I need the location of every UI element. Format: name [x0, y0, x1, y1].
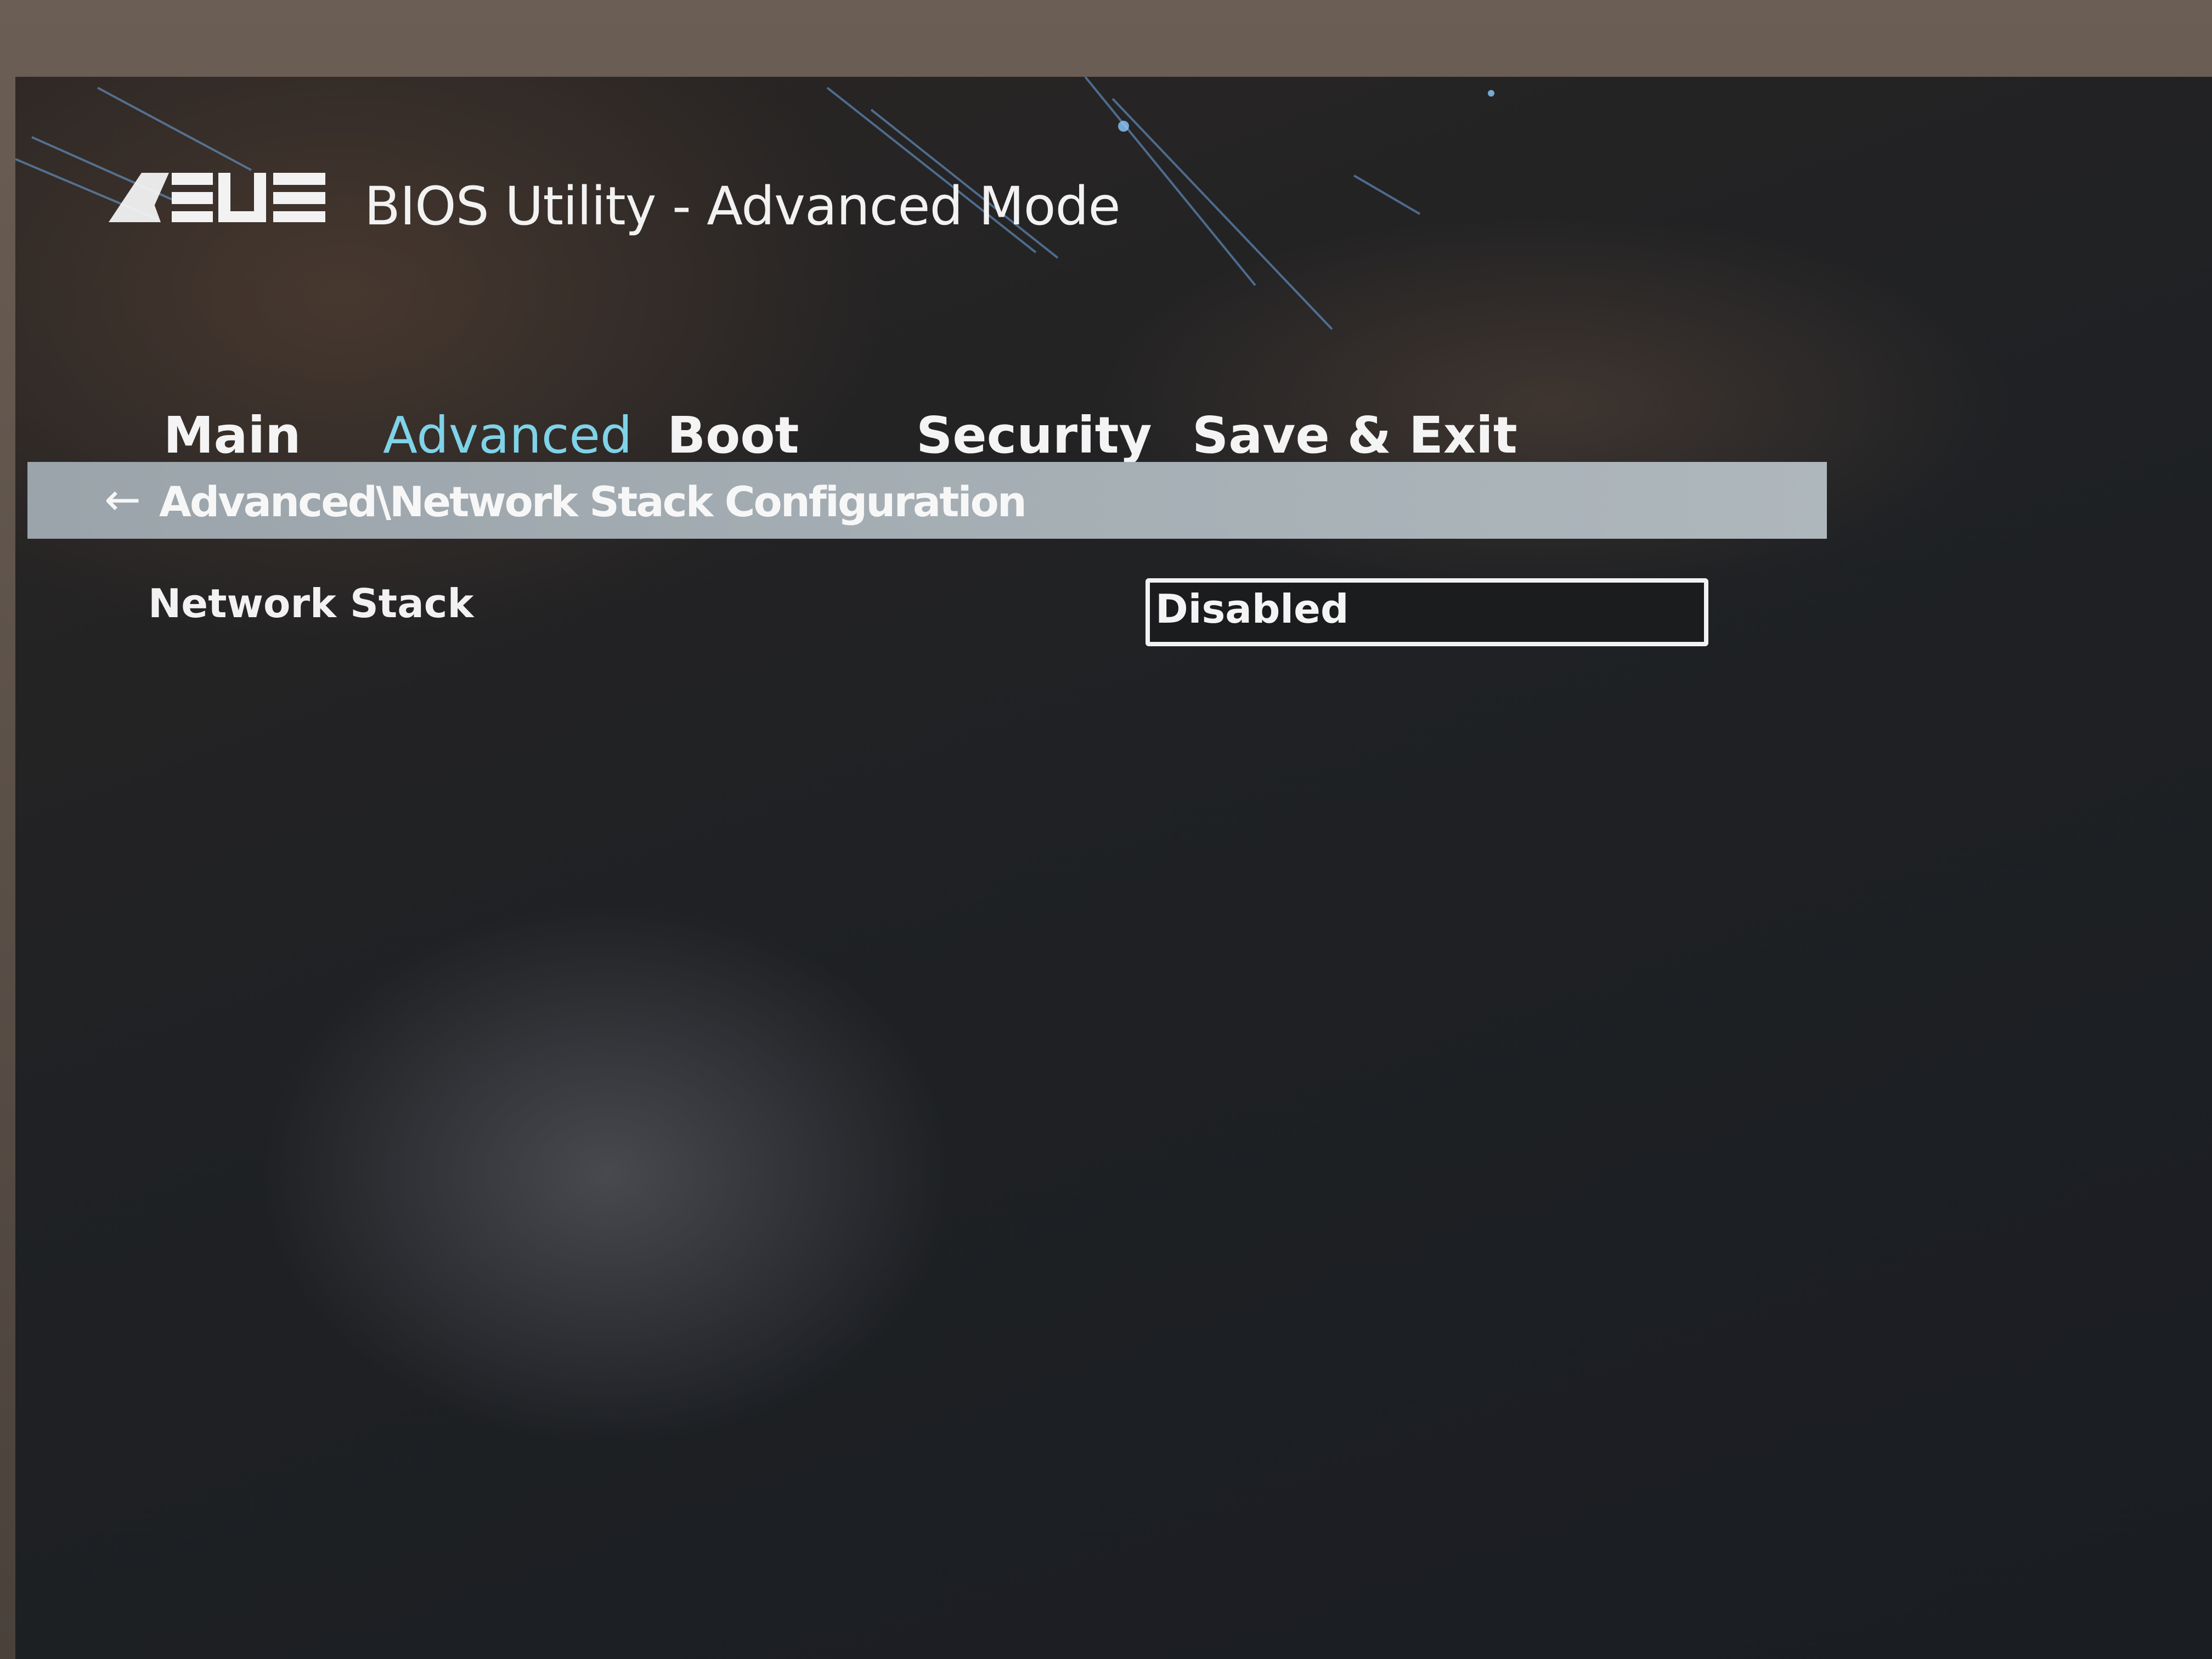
breadcrumb-path: Advanced\Network Stack Configuration	[159, 477, 1027, 526]
left-arrow-icon[interactable]: ←	[104, 474, 141, 525]
tab-security[interactable]: Security	[916, 406, 1152, 465]
network-stack-select[interactable]: Disabled	[1146, 578, 1708, 646]
tab-advanced-label: Advanced	[383, 406, 633, 465]
bios-screen: BIOS Utility - Advanced Mode Main Advanc…	[15, 77, 2212, 1659]
network-stack-label: Network Stack	[148, 580, 474, 627]
app-title: BIOS Utility - Advanced Mode	[364, 176, 1120, 237]
asus-logo	[109, 173, 325, 222]
network-stack-value: Disabled	[1155, 586, 1349, 632]
tab-save-exit[interactable]: Save & Exit	[1192, 406, 1517, 465]
tab-boot[interactable]: Boot	[667, 406, 799, 465]
breadcrumb: ← Advanced\Network Stack Configuration	[27, 462, 1827, 539]
tab-main[interactable]: Main	[163, 406, 301, 465]
tab-advanced[interactable]: Advanced	[383, 406, 633, 477]
header-streaks-decoration	[15, 77, 1494, 330]
